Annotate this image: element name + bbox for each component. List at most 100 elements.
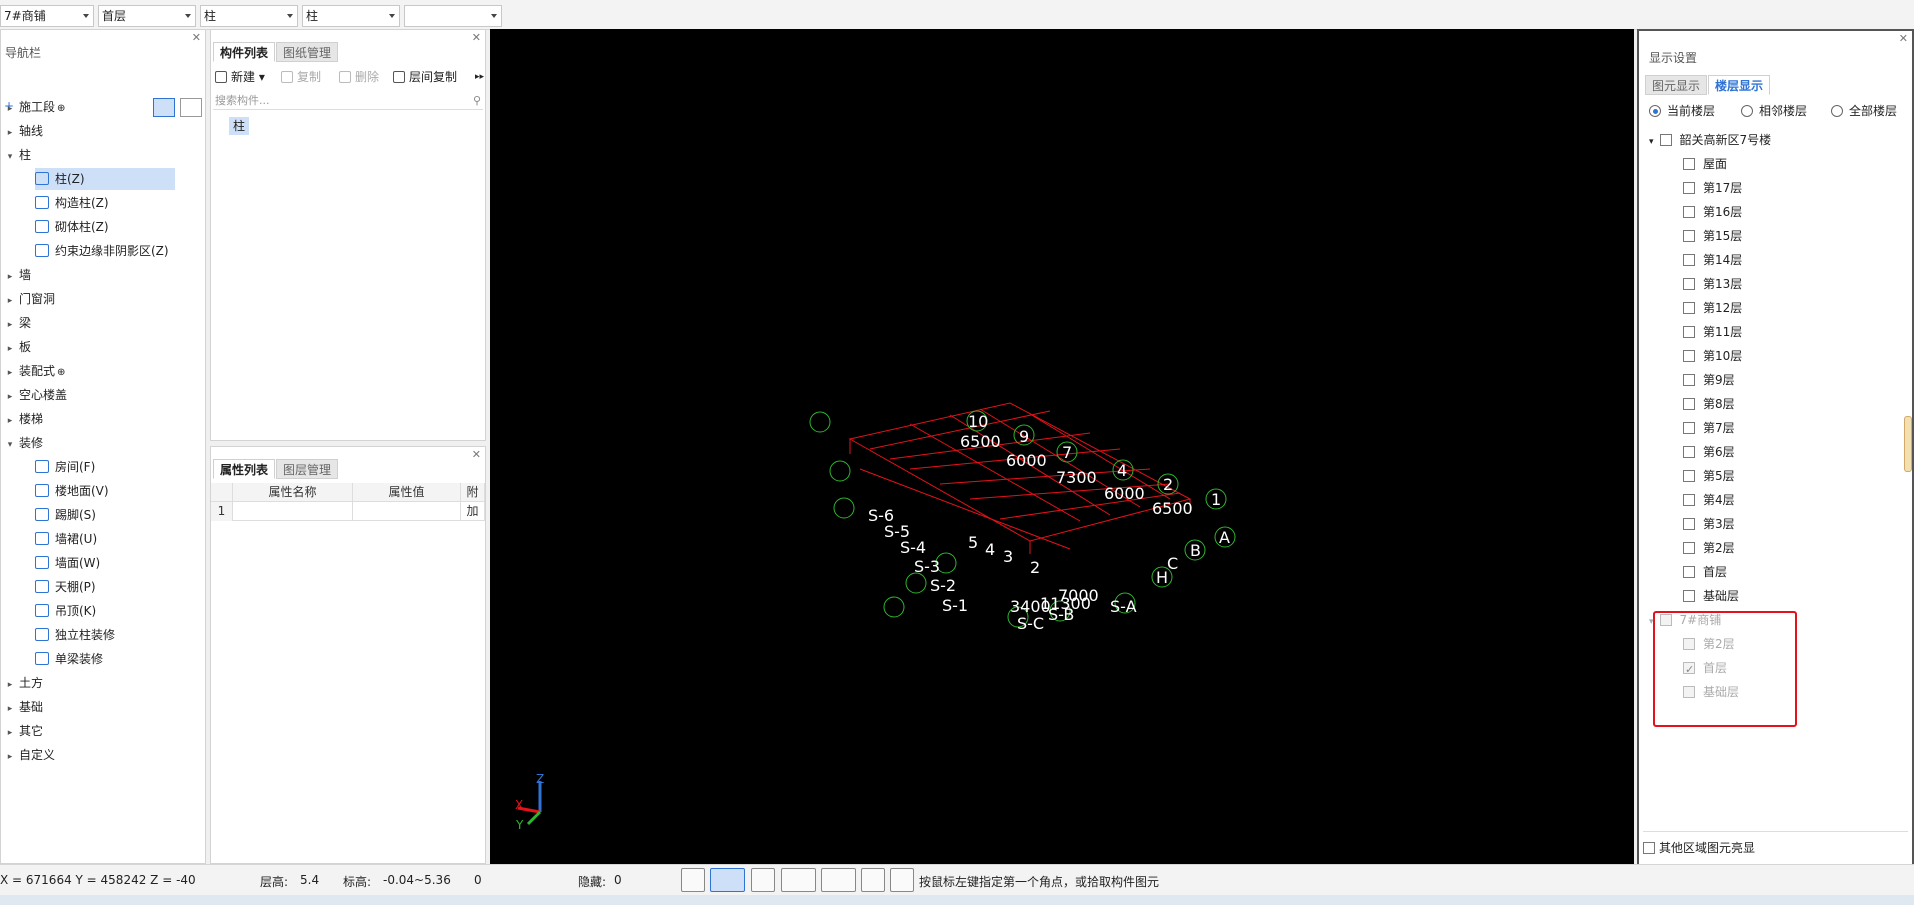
floor-item[interactable]: 第15层 (1683, 226, 1742, 246)
property-name-cell[interactable] (233, 502, 353, 521)
panel-scroll-thumb[interactable] (1904, 416, 1912, 472)
floor-copy-button[interactable]: 层间复制 (393, 68, 457, 86)
detail-view-icon[interactable] (180, 98, 202, 117)
box-select-button[interactable] (710, 868, 745, 892)
floor-item[interactable]: 第13层 (1683, 274, 1742, 294)
expand-arrow-icon[interactable]: ▸ (1, 338, 19, 360)
checkbox[interactable] (1683, 566, 1695, 578)
nav-item-room[interactable]: 房间(F) (35, 456, 95, 478)
nav-item-constructional-column[interactable]: 构造柱(Z) (35, 192, 109, 214)
tab-layer-management[interactable]: 图层管理 (276, 459, 339, 479)
category-select[interactable]: 柱 (200, 5, 298, 27)
expand-arrow-icon[interactable]: ▸ (1, 410, 19, 432)
collapse-arrow-icon[interactable]: ▾ (1649, 617, 1654, 627)
checkbox[interactable] (1683, 230, 1695, 242)
floor-item[interactable]: 第9层 (1683, 370, 1735, 390)
tab-drawing-management[interactable]: 图纸管理 (276, 42, 339, 62)
floor-item[interactable]: 第5层 (1683, 466, 1735, 486)
nav-item-suspended-ceiling[interactable]: 吊顶(K) (35, 600, 96, 622)
checkbox[interactable] (1683, 326, 1695, 338)
checkbox[interactable] (1683, 278, 1695, 290)
drawing-viewport[interactable]: 10 9 7 4 2 1 A B C H S-A S-B S-C S-1 S-2… (490, 29, 1634, 864)
floor-item[interactable]: 第6层 (1683, 442, 1735, 462)
floor-item[interactable]: 第16层 (1683, 202, 1742, 222)
nav-group-stairs[interactable]: ▸ 楼梯 (1, 408, 43, 430)
nav-group-prefab[interactable]: ▸ 装配式 ⊕ (1, 360, 66, 384)
cross-select-button[interactable] (751, 868, 775, 892)
nav-group-door-window[interactable]: ▸ 门窗洞 (1, 288, 55, 310)
list-view-icon[interactable] (153, 98, 175, 117)
snapshot-button[interactable] (861, 868, 885, 892)
nav-group-custom[interactable]: ▸ 自定义 (1, 744, 55, 766)
close-icon[interactable]: ✕ (192, 31, 201, 44)
nav-group-earthwork[interactable]: ▸ 土方 (1, 672, 43, 694)
expand-arrow-icon[interactable]: ▸ (1, 362, 19, 384)
copy-button[interactable]: 复制 (281, 68, 321, 86)
floor-item[interactable]: 第7层 (1683, 418, 1735, 438)
floor-item[interactable]: 首层 (1683, 658, 1727, 680)
building1-node[interactable]: ▾ 韶关高新区7号楼 (1649, 130, 1771, 150)
checkbox[interactable] (1683, 494, 1695, 506)
expand-arrow-icon[interactable]: ▸ (1, 98, 19, 120)
close-icon[interactable]: ✕ (472, 448, 481, 461)
floor-item[interactable]: 屋面 (1683, 154, 1727, 174)
component-select[interactable] (404, 5, 502, 27)
checkbox[interactable] (1683, 638, 1695, 650)
nav-item-column-z[interactable]: 柱(Z) (35, 168, 175, 190)
checkbox[interactable] (1683, 350, 1695, 362)
nav-item-column-finish[interactable]: 独立柱装修 (35, 624, 115, 646)
nav-group-foundation[interactable]: ▸ 基础 (1, 696, 43, 718)
nav-group-hollow-floor[interactable]: ▸ 空心楼盖 (1, 384, 67, 406)
nav-item-floor-surface[interactable]: 楼地面(V) (35, 480, 109, 502)
expand-arrow-icon[interactable]: ▸ (1, 674, 19, 696)
nav-group-slab[interactable]: ▸ 板 (1, 336, 31, 358)
nav-item-edge-zone[interactable]: 约束边缘非阴影区(Z) (35, 240, 169, 262)
floor-item[interactable]: 第11层 (1683, 322, 1742, 342)
expand-arrow-icon[interactable]: ▸ (1, 290, 19, 312)
expand-arrow-icon[interactable]: ▸ (1, 746, 19, 768)
floor-select[interactable]: 首层 (98, 5, 196, 27)
checkbox[interactable] (1683, 518, 1695, 530)
nav-item-beam-finish[interactable]: 单梁装修 (35, 648, 103, 670)
checkbox[interactable] (1683, 422, 1695, 434)
tab-floor-display[interactable]: 楼层显示 (1708, 75, 1771, 95)
expand-arrow-icon[interactable]: ▸ (1, 698, 19, 720)
checkbox[interactable] (1683, 182, 1695, 194)
checkbox[interactable] (1683, 470, 1695, 482)
collapse-arrow-icon[interactable]: ▾ (1, 146, 19, 168)
checkbox-checked[interactable] (1683, 660, 1695, 680)
checkbox[interactable] (1683, 542, 1695, 554)
new-button[interactable]: 新建 ▾ (215, 68, 265, 86)
checkbox[interactable] (1659, 134, 1672, 146)
more-icon[interactable]: ▸▸ (475, 68, 484, 86)
radio-current-floor[interactable]: 当前楼层 (1649, 103, 1715, 119)
checkbox[interactable] (1683, 374, 1695, 386)
tab-element-display[interactable]: 图元显示 (1645, 75, 1708, 95)
expand-arrow-icon[interactable]: ▸ (1, 722, 19, 744)
floor-item[interactable]: 第10层 (1683, 346, 1742, 366)
collapse-arrow-icon[interactable]: ▾ (1649, 137, 1654, 147)
expand-arrow-icon[interactable]: ▸ (1, 386, 19, 408)
table-row[interactable]: 1 (211, 502, 485, 521)
tab-component-list[interactable]: 构件列表 (213, 42, 276, 62)
nav-item-skirting[interactable]: 踢脚(S) (35, 504, 96, 526)
floor-item[interactable]: 第12层 (1683, 298, 1742, 318)
floor-item[interactable]: 第8层 (1683, 394, 1735, 414)
floor-item[interactable]: 第3层 (1683, 514, 1735, 534)
collapse-arrow-icon[interactable]: ▾ (1, 434, 19, 456)
nav-group-axis[interactable]: ▸ 轴线 (1, 120, 43, 142)
type-select[interactable]: 柱 (302, 5, 400, 27)
checkbox[interactable] (1683, 302, 1695, 314)
nav-item-masonry-column[interactable]: 砌体柱(Z) (35, 216, 109, 238)
nav-group-construction-section[interactable]: ▸ 施工段 ⊕ (1, 96, 66, 120)
floor-item[interactable]: 首层 (1683, 562, 1727, 582)
component-item-column[interactable]: 柱 (229, 117, 249, 135)
search-icon[interactable]: ⚲ (473, 92, 481, 110)
floor-item[interactable]: 第4层 (1683, 490, 1735, 510)
nav-item-wall-surface[interactable]: 墙面(W) (35, 552, 100, 574)
tab-property-list[interactable]: 属性列表 (213, 459, 276, 479)
nav-item-dado[interactable]: 墙裙(U) (35, 528, 97, 550)
other-highlight-option[interactable]: 其他区域图元亮显 (1643, 838, 1755, 858)
ortho-button[interactable] (681, 868, 705, 892)
checkbox[interactable] (1683, 590, 1695, 602)
